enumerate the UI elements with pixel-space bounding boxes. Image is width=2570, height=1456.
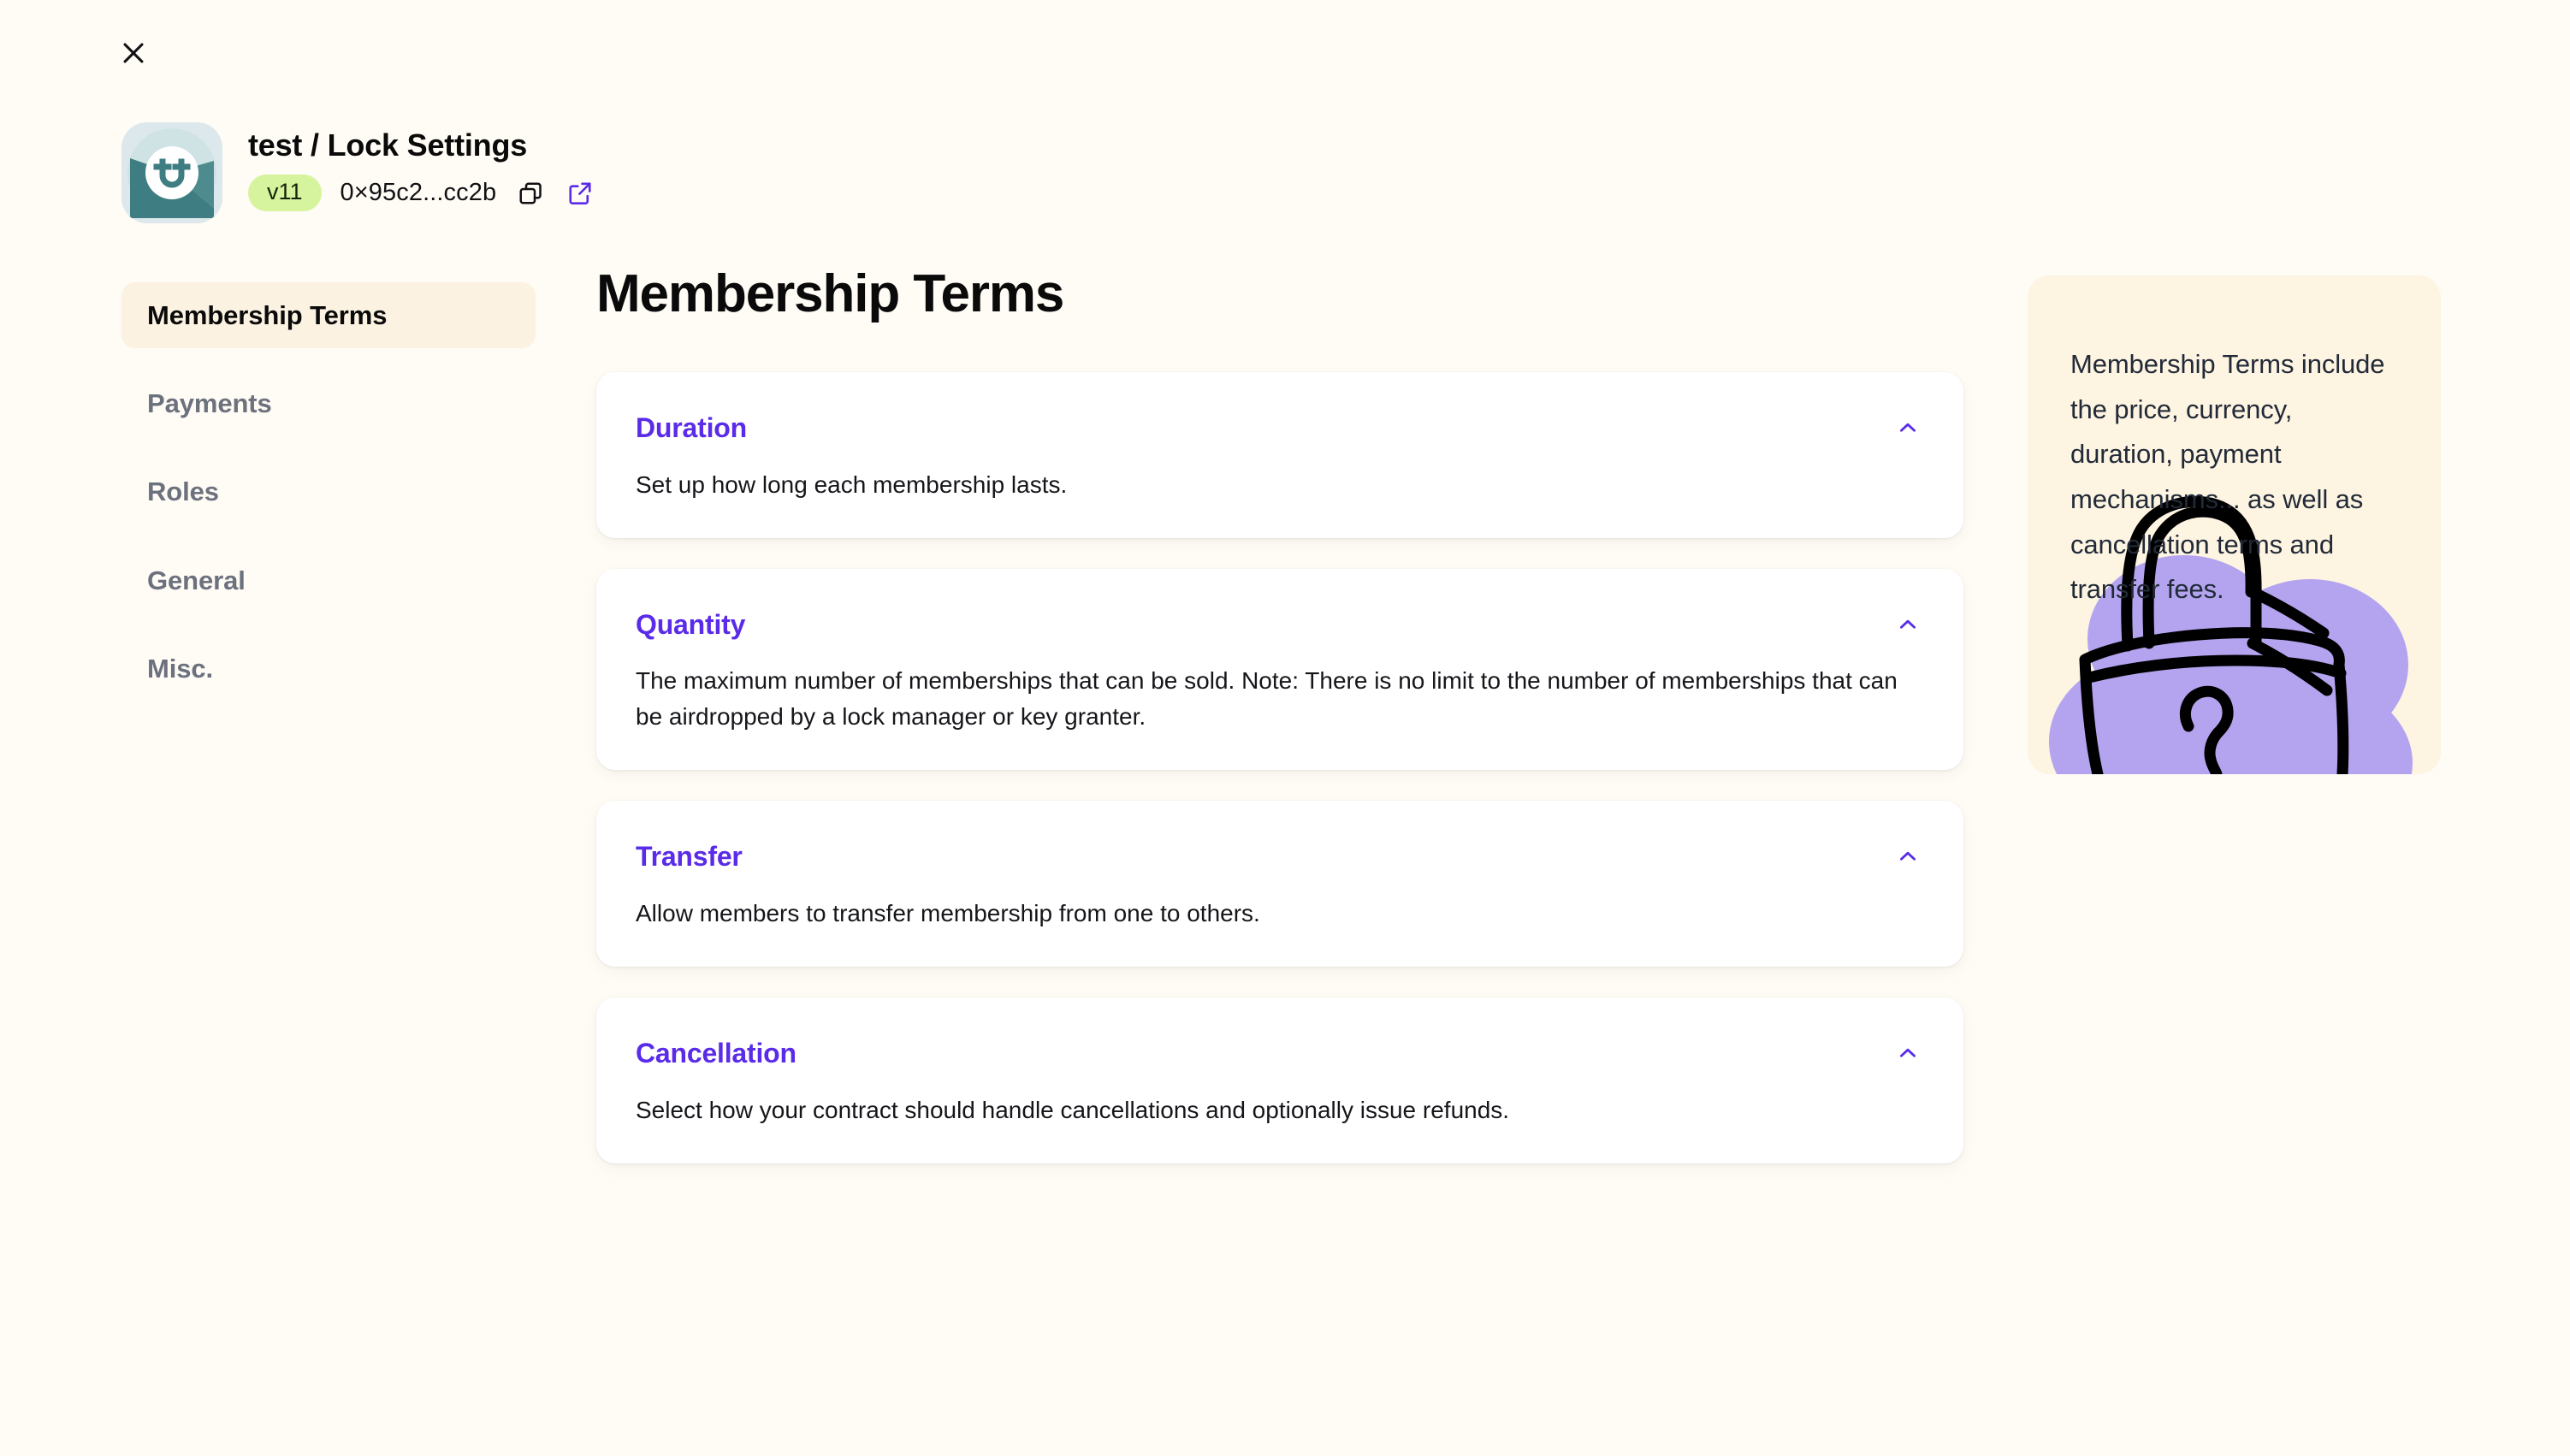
- card-description-transfer: Allow members to transfer membership fro…: [636, 899, 1260, 926]
- sidebar-item-general[interactable]: General: [121, 547, 536, 613]
- settings-sidebar: Membership Terms Payments Roles General …: [121, 282, 536, 724]
- settings-card-quantity: Quantity The maximum number of membershi…: [596, 569, 1963, 771]
- card-description-quantity: The maximum number of memberships that c…: [636, 667, 1898, 730]
- sidebar-item-membership-terms[interactable]: Membership Terms: [121, 282, 536, 349]
- sidebar-item-payments[interactable]: Payments: [121, 370, 536, 436]
- card-description-cancellation: Select how your contract should handle c…: [636, 1096, 1510, 1123]
- lock-meta-row: v11 0×95c2...cc2b: [248, 175, 595, 212]
- sidebar-item-misc[interactable]: Misc.: [121, 636, 536, 701]
- close-button[interactable]: [110, 29, 157, 77]
- settings-card-cancellation: Cancellation Select how your contract sh…: [596, 997, 1963, 1163]
- header-text-block: test / Lock Settings v11 0×95c2...cc2b: [248, 122, 595, 212]
- collapse-toggle-cancellation[interactable]: [1890, 1035, 1926, 1071]
- close-icon: [119, 38, 148, 68]
- lock-avatar-icon: [121, 122, 222, 223]
- card-description-duration: Set up how long each membership lasts.: [636, 471, 1068, 498]
- avatar: [121, 122, 222, 223]
- chevron-up-icon: [1897, 613, 1919, 636]
- collapse-toggle-transfer[interactable]: [1890, 838, 1926, 874]
- card-title-transfer: Transfer: [636, 841, 743, 873]
- copy-icon: [518, 181, 543, 206]
- lock-settings-page: test / Lock Settings v11 0×95c2...cc2b M…: [0, 0, 2570, 1456]
- page-title: Membership Terms: [596, 264, 1064, 323]
- collapse-toggle-quantity[interactable]: [1890, 607, 1926, 642]
- version-badge: v11: [248, 175, 322, 212]
- collapse-toggle-duration[interactable]: [1890, 410, 1926, 446]
- lock-address: 0×95c2...cc2b: [340, 179, 497, 207]
- card-title-cancellation: Cancellation: [636, 1038, 796, 1069]
- info-panel: Membership Terms include the price, curr…: [2028, 275, 2441, 774]
- chevron-up-icon: [1897, 845, 1919, 867]
- external-link-icon: [567, 181, 593, 206]
- sidebar-item-roles[interactable]: Roles: [121, 459, 536, 524]
- info-panel-text: Membership Terms include the price, curr…: [2070, 349, 2385, 605]
- open-external-button[interactable]: [565, 178, 595, 209]
- page-breadcrumb-title: test / Lock Settings: [248, 127, 528, 163]
- settings-card-transfer: Transfer Allow members to transfer membe…: [596, 801, 1963, 968]
- settings-main: Membership Terms Duration Set up how lon…: [596, 264, 1963, 1194]
- settings-card-duration: Duration Set up how long each membership…: [596, 372, 1963, 539]
- chevron-up-icon: [1897, 1042, 1919, 1064]
- chevron-up-icon: [1897, 417, 1919, 439]
- card-title-quantity: Quantity: [636, 609, 746, 641]
- lock-header: test / Lock Settings v11 0×95c2...cc2b: [121, 122, 595, 223]
- copy-address-button[interactable]: [515, 178, 546, 209]
- card-title-duration: Duration: [636, 412, 747, 444]
